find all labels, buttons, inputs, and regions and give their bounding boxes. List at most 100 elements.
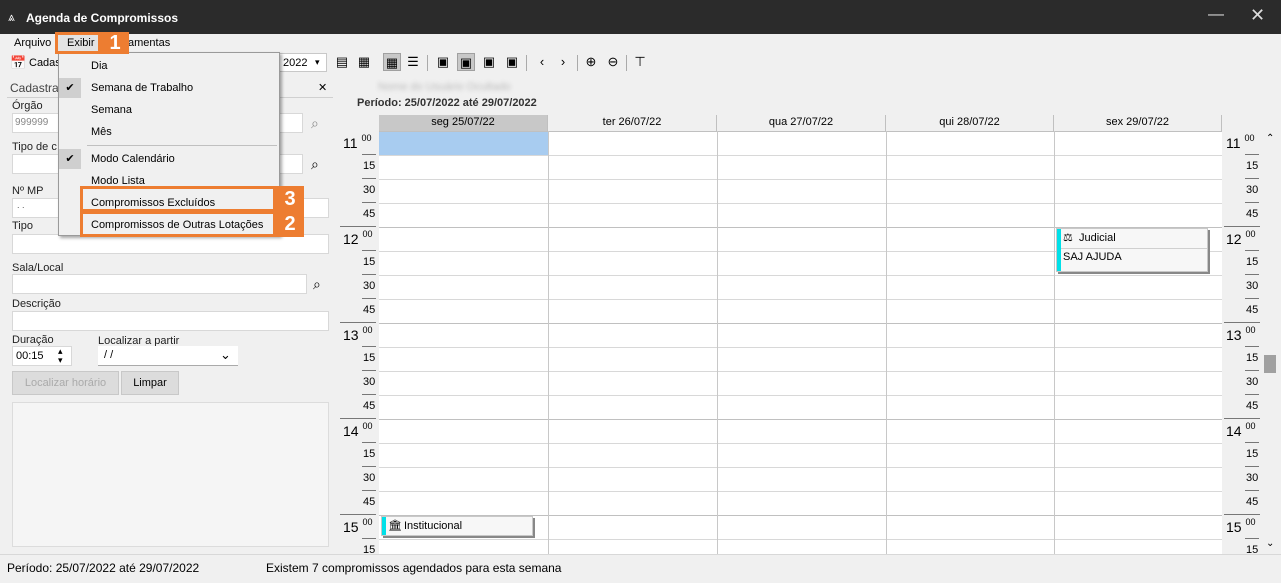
menu-item-dia[interactable]: Dia	[91, 60, 108, 72]
hour-label: 14 00	[1226, 421, 1256, 439]
hour-minutes-label: 00	[362, 229, 373, 239]
time-separator	[1224, 514, 1260, 515]
grid-row-line	[379, 275, 1222, 276]
close-panel-button[interactable]: ✕	[318, 81, 327, 94]
grid-row-line	[379, 539, 1222, 540]
quarter-label: 30	[1246, 280, 1259, 292]
menu-arquivo[interactable]: Arquivo	[14, 37, 51, 49]
calendar-view-icon[interactable]: ▦	[383, 53, 401, 71]
day-view-icon[interactable]: ▣	[434, 53, 452, 71]
zoom-in-icon[interactable]: ⊕	[582, 53, 600, 71]
sala-label: Sala/Local	[12, 262, 64, 274]
tipo-label: Tipo	[12, 220, 33, 232]
menu-exibir[interactable]: Exibir	[67, 37, 95, 49]
localizar-horario-button[interactable]: Localizar horário	[12, 371, 119, 395]
time-separator	[1245, 250, 1259, 251]
hour-label: 12 00	[1226, 229, 1256, 247]
duracao-stepper[interactable]: 00:15 ▴ ▾	[12, 346, 72, 366]
selected-slot[interactable]	[379, 131, 548, 155]
day-header[interactable]: seg 25/07/22	[379, 115, 548, 131]
results-list[interactable]	[12, 402, 329, 547]
list-view-icon[interactable]: ☰	[404, 53, 422, 71]
exibir-menu-highlight[interactable]: Exibir	[55, 32, 101, 54]
stepper-arrows-icon[interactable]: ▴ ▾	[58, 347, 63, 365]
minimize-button[interactable]: —	[1208, 6, 1224, 24]
sala-field[interactable]	[12, 274, 307, 294]
title-bar: ⩓ Agenda de Compromissos — ✕	[0, 0, 1281, 34]
week-view-icon[interactable]: ▣	[480, 53, 498, 71]
month-view-icon[interactable]: ▣	[503, 53, 521, 71]
grid-row-line	[379, 323, 1222, 324]
quarter-label: 15	[1246, 544, 1259, 554]
chevron-down-icon[interactable]: ⌄	[220, 347, 231, 363]
menu-ferramentas[interactable]: amentas	[128, 37, 170, 49]
orgao-value: 999999	[15, 117, 49, 128]
previous-icon[interactable]: ‹	[533, 53, 551, 71]
close-window-button[interactable]: ✕	[1250, 5, 1265, 26]
limpar-button[interactable]: Limpar	[121, 371, 179, 395]
nmp-label: Nº MP	[12, 185, 44, 197]
quarter-label: 30	[363, 472, 376, 484]
menu-bar	[0, 34, 1281, 52]
calendar-settings-icon[interactable]: ▦	[355, 53, 373, 71]
time-column-right: 11 00 15 30 45 12 00 15 30 45 13 00 15 30 45 14 00 15…	[1222, 131, 1262, 554]
time-separator	[340, 322, 376, 323]
localizar-date-field[interactable]: / / ⌄	[98, 346, 238, 366]
grid-col-line	[1054, 131, 1055, 554]
print-icon[interactable]: ▤	[333, 53, 351, 71]
hour-label: 12 00	[343, 229, 373, 247]
toolbar-separator	[526, 55, 527, 71]
day-header[interactable]: qua 27/07/22	[717, 115, 886, 131]
calendar-grid[interactable]: ⚖ Judicial SAJ AJUDA 🏛 Institucional	[379, 131, 1222, 554]
grid-col-line	[886, 131, 887, 554]
time-separator	[362, 394, 376, 395]
menu-item-mes[interactable]: Mês	[91, 126, 112, 138]
descricao-label: Descrição	[12, 298, 61, 310]
nmp-value: . .	[17, 200, 25, 210]
appointment-event[interactable]: ⚖ Judicial SAJ AJUDA	[1056, 228, 1208, 272]
scroll-thumb[interactable]	[1264, 355, 1276, 373]
quarter-label: 15	[1246, 352, 1259, 364]
quarter-label: 45	[363, 208, 376, 220]
cadastrar-toolbar-label[interactable]: Cadas	[29, 57, 61, 69]
day-header[interactable]: qui 28/07/22	[886, 115, 1054, 131]
tipo-field[interactable]	[12, 234, 329, 254]
workweek-view-icon[interactable]: ▣	[457, 53, 475, 71]
day-header[interactable]: ter 26/07/22	[548, 115, 717, 131]
next-icon[interactable]: ›	[554, 53, 572, 71]
search-icon[interactable]: ⌕	[311, 156, 319, 173]
quarter-label: 15	[363, 448, 376, 460]
hour-minutes-label: 00	[1245, 229, 1256, 239]
search-icon[interactable]: ⌕	[311, 115, 319, 132]
scroll-down-icon[interactable]: ⌄	[1266, 538, 1274, 549]
scroll-up-icon[interactable]: ⌃	[1266, 133, 1274, 144]
date-select[interactable]: 2022 ▾	[279, 53, 327, 72]
new-appointment-icon[interactable]: 📅	[10, 55, 26, 71]
search-icon[interactable]: ⌕	[313, 276, 321, 293]
quarter-label: 15	[363, 256, 376, 268]
filter-icon[interactable]: ⊤	[631, 53, 649, 71]
descricao-field[interactable]	[12, 311, 329, 331]
menu-item-semana[interactable]: Semana	[91, 104, 132, 116]
event-subtitle: SAJ AJUDA	[1063, 251, 1122, 263]
menu-item-semana-trabalho[interactable]: Semana de Trabalho	[91, 82, 193, 94]
time-separator	[1245, 370, 1259, 371]
zoom-out-icon[interactable]: ⊖	[604, 53, 622, 71]
check-icon: ✔	[59, 149, 81, 169]
hour-label: 11 00	[343, 133, 372, 151]
status-message: Existem 7 compromissos agendados para es…	[266, 561, 562, 575]
hour-label: 15 00	[343, 517, 373, 535]
appointment-event[interactable]: 🏛 Institucional	[381, 516, 533, 536]
institution-icon: 🏛	[388, 520, 402, 532]
event-color-bar	[382, 517, 386, 535]
menu-item-modo-calendario[interactable]: Modo Calendário	[91, 153, 175, 165]
tipo-de-label: Tipo de c	[12, 141, 57, 153]
grid-row-line	[379, 467, 1222, 468]
event-color-bar	[1057, 229, 1061, 271]
day-header[interactable]: sex 29/07/22	[1054, 115, 1222, 131]
time-separator	[1245, 466, 1259, 467]
scrollbar[interactable]: ⌃ ⌄	[1262, 131, 1279, 554]
time-separator	[362, 250, 376, 251]
hour-minutes-label: 00	[1245, 325, 1256, 335]
duracao-value: 00:15	[16, 350, 44, 362]
